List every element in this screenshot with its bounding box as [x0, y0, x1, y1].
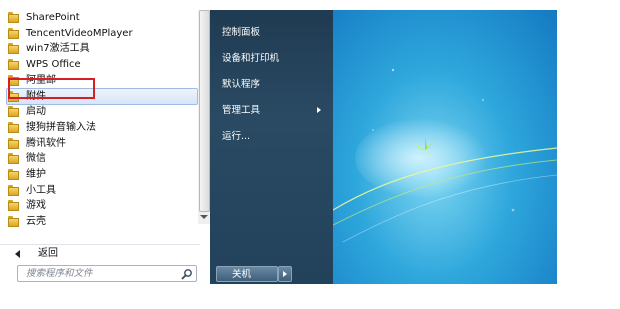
shutdown-options-arrow-icon: [283, 271, 287, 277]
program-label: 腾讯软件: [26, 137, 66, 149]
program-label: 小工具: [26, 184, 56, 196]
start-menu-right-panel: 控制面板 设备和打印机 默认程序 管理工具 运行... 关机: [210, 10, 333, 284]
folder-icon: [8, 137, 19, 149]
program-label: 微信: [26, 153, 46, 165]
menu-item-admin-tools[interactable]: 管理工具: [222, 104, 260, 118]
program-label: WPS Office: [26, 59, 81, 71]
back-button[interactable]: 返回: [0, 244, 200, 263]
program-item-wechat[interactable]: 微信: [8, 151, 198, 166]
scroll-down-arrow-icon[interactable]: [200, 215, 208, 219]
program-item-yunke[interactable]: 云壳: [8, 214, 198, 229]
program-item-games[interactable]: 游戏: [8, 198, 198, 213]
program-item-maintenance[interactable]: 维护: [8, 167, 198, 182]
program-label: 游戏: [26, 200, 46, 212]
start-menu-left-panel: SharePoint TencentVideoMPlayer win7激活工具 …: [0, 10, 211, 284]
program-item-win7-activation[interactable]: win7激活工具: [8, 41, 198, 56]
program-label: 维护: [26, 169, 46, 180]
search-programs-input[interactable]: 搜索程序和文件: [17, 265, 197, 282]
back-arrow-icon: [15, 250, 20, 258]
start-menu-screenshot: SharePoint TencentVideoMPlayer win7激活工具 …: [0, 0, 620, 309]
program-item-sharepoint[interactable]: SharePoint: [8, 10, 198, 25]
menu-item-devices-printers[interactable]: 设备和打印机: [222, 52, 279, 66]
wallpaper-graphic: [333, 68, 557, 243]
program-item-gadgets[interactable]: 小工具: [8, 183, 198, 198]
shutdown-options-button[interactable]: [278, 266, 292, 282]
shutdown-button[interactable]: 关机: [216, 266, 278, 282]
menu-item-default-programs[interactable]: 默认程序: [222, 78, 260, 92]
all-programs-list: SharePoint TencentVideoMPlayer win7激活工具 …: [6, 10, 198, 232]
scrollbar-thumb[interactable]: [199, 10, 210, 212]
folder-icon: [8, 43, 19, 55]
program-item-tencentvideomplayer[interactable]: TencentVideoMPlayer: [8, 26, 198, 41]
search-placeholder: 搜索程序和文件: [26, 268, 93, 279]
folder-icon: [8, 153, 19, 165]
program-label: 启动: [26, 106, 46, 118]
program-label: 云壳: [26, 216, 46, 228]
folder-icon: [8, 59, 19, 71]
program-item-tencent-software[interactable]: 腾讯软件: [8, 136, 198, 151]
highlight-annotation-box: [8, 78, 95, 99]
folder-icon: [8, 27, 19, 39]
folder-icon: [8, 200, 19, 212]
program-item-sogou-pinyin[interactable]: 搜狗拼音输入法: [8, 120, 198, 135]
folder-icon: [8, 184, 19, 196]
program-label: win7激活工具: [26, 43, 90, 55]
search-icon[interactable]: [181, 268, 193, 280]
program-list-scrollbar[interactable]: [198, 10, 210, 224]
folder-icon: [8, 169, 19, 180]
program-label: 搜狗拼音输入法: [26, 121, 96, 133]
program-item-startup[interactable]: 启动: [8, 104, 198, 119]
desktop-wallpaper: [333, 10, 557, 284]
folder-icon: [8, 106, 19, 118]
back-label: 返回: [38, 248, 58, 259]
folder-icon: [8, 216, 19, 228]
submenu-arrow-icon: [317, 107, 321, 113]
menu-item-run[interactable]: 运行...: [222, 130, 250, 144]
program-item-wps-office[interactable]: WPS Office: [8, 57, 198, 72]
shutdown-label: 关机: [232, 269, 252, 280]
menu-item-control-panel[interactable]: 控制面板: [222, 26, 260, 40]
folder-icon: [8, 12, 19, 23]
folder-icon: [8, 121, 19, 133]
program-label: TencentVideoMPlayer: [26, 27, 133, 39]
program-label: SharePoint: [26, 12, 80, 23]
